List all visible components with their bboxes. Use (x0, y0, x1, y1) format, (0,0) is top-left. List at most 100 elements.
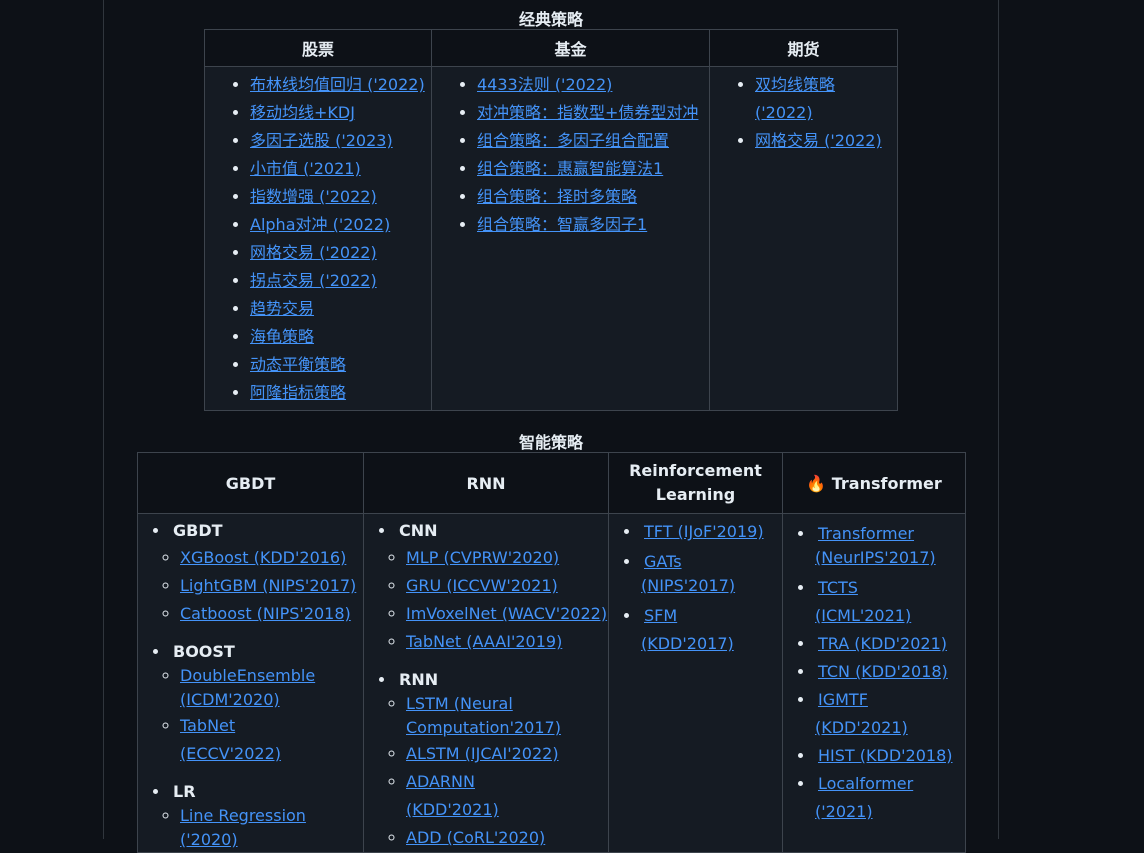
list-item: 小市值 ('2021) (250, 155, 431, 183)
strategy-link[interactable]: 双均线策略 ('2022) (755, 75, 835, 122)
fire-icon: 🔥 (806, 473, 827, 493)
model-link[interactable]: Transformer (NeurIPS'2017) (815, 524, 936, 567)
list-item: HIST (KDD'2018) (815, 742, 955, 770)
header-rnn: RNN (363, 452, 609, 514)
model-link[interactable]: Localformer ('2021) (815, 774, 913, 821)
classic-table: 股票 基金 期货 布林线均值回归 ('2022) 移动均线+KDJ 多因子选股 … (204, 29, 898, 411)
header-funds: 基金 (431, 29, 710, 67)
strategy-link[interactable]: 网格交易 ('2022) (755, 131, 882, 150)
list-item: 双均线策略 ('2022) (755, 71, 897, 127)
model-link[interactable]: DoubleEnsemble (ICDM'2020) (180, 666, 315, 709)
strategy-link[interactable]: 多因子选股 ('2023) (250, 131, 393, 150)
header-gbdt: GBDT (137, 452, 364, 514)
list-item: TFT (IJoF'2019) (641, 518, 772, 546)
model-link[interactable]: IGMTF (KDD'2021) (815, 690, 908, 737)
list-item: 布林线均值回归 ('2022) (250, 71, 431, 99)
list-item: Localformer ('2021) (815, 770, 955, 826)
model-link[interactable]: SFM (KDD'2017) (641, 606, 734, 653)
model-link[interactable]: TFT (IJoF'2019) (644, 522, 764, 541)
header-transformer: 🔥 Transformer (782, 452, 966, 514)
strategy-link[interactable]: 移动均线+KDJ (250, 103, 355, 122)
model-link[interactable]: TRA (KDD'2021) (818, 634, 947, 653)
model-link[interactable]: TCN (KDD'2018) (818, 662, 948, 681)
list-item: TabNet (ECCV'2022) (180, 712, 333, 768)
model-link[interactable]: TabNet (ECCV'2022) (180, 716, 281, 763)
strategy-link[interactable]: 组合策略：择时多策略 (477, 187, 637, 206)
funds-cell: 4433法则 ('2022) 对冲策略：指数型+债券型对冲 组合策略：多因子组合… (431, 66, 710, 411)
content-panel: 经典策略 股票 基金 期货 布林线均值回归 ('2022) 移动均线+KDJ 多… (103, 0, 999, 853)
model-link[interactable]: ADARNN (KDD'2021) (406, 772, 499, 819)
list-item: 趋势交易 (250, 295, 431, 323)
strategy-link[interactable]: 指数增强 ('2022) (250, 187, 377, 206)
model-link[interactable]: Line Regression ('2020) (180, 806, 306, 849)
list-item: TabNet (AAAI'2019) (406, 628, 608, 656)
list-item: 拐点交易 ('2022) (250, 267, 431, 295)
strategy-link[interactable]: 小市值 ('2021) (250, 159, 361, 178)
list-item: ADARNN (KDD'2021) (406, 768, 568, 824)
rnn-cell: CNN MLP (CVPRW'2020) GRU (ICCVW'2021) Im… (363, 513, 609, 853)
list-item: 网格交易 ('2022) (755, 127, 897, 155)
ai-caption: 智能策略 (518, 433, 583, 452)
group-label: LR (173, 782, 196, 801)
header-transformer-label: Transformer (831, 473, 942, 493)
ai-table: GBDT RNN Reinforcement Learning 🔥 Transf… (137, 452, 966, 853)
list-item: TCN (KDD'2018) (815, 658, 955, 686)
classic-caption: 经典策略 (518, 10, 583, 29)
strategy-link[interactable]: 布林线均值回归 ('2022) (250, 75, 425, 94)
model-link[interactable]: GATs (NIPS'2017) (641, 552, 735, 595)
group-label: CNN (399, 521, 438, 540)
model-link[interactable]: TCTS (ICML'2021) (815, 578, 911, 625)
list-item: TRA (KDD'2021) (815, 630, 955, 658)
list-item: Alpha对冲 ('2022) (250, 211, 431, 239)
list-item: SFM (KDD'2017) (641, 602, 772, 658)
strategy-link[interactable]: 组合策略：智赢多因子1 (477, 215, 647, 234)
list-item: 组合策略：惠赢智能算法1 (477, 155, 709, 183)
model-link[interactable]: LightGBM (NIPS'2017) (180, 576, 356, 595)
strategy-link[interactable]: 对冲策略：指数型+债券型对冲 (477, 103, 698, 122)
list-item: 多因子选股 ('2023) (250, 127, 431, 155)
model-link[interactable]: ImVoxelNet (WACV'2022) (406, 604, 607, 623)
list-item: GRU (ICCVW'2021) (406, 572, 608, 600)
strategy-link[interactable]: 4433法则 ('2022) (477, 75, 612, 94)
strategy-link[interactable]: 拐点交易 ('2022) (250, 271, 377, 290)
strategy-link[interactable]: 阿隆指标策略 (250, 383, 346, 402)
strategy-link[interactable]: Alpha对冲 ('2022) (250, 215, 390, 234)
list-item: 组合策略：多因子组合配置 (477, 127, 709, 155)
list-item: IGMTF (KDD'2021) (815, 686, 955, 742)
list-item: ALSTM (IJCAI'2022) (406, 740, 568, 768)
gbdt-cell: GBDT XGBoost (KDD'2016) LightGBM (NIPS'2… (137, 513, 364, 853)
model-link[interactable]: ADD (CoRL'2020) (406, 828, 545, 847)
list-item: 网格交易 ('2022) (250, 239, 431, 267)
strategy-link[interactable]: 趋势交易 (250, 299, 314, 318)
rl-cell: TFT (IJoF'2019) GATs (NIPS'2017) SFM (KD… (608, 513, 783, 853)
list-item: ImVoxelNet (WACV'2022) (406, 600, 608, 628)
list-item: LSTM (Neural Computation'2017) (406, 692, 568, 740)
group-label: BOOST (173, 642, 235, 661)
model-link[interactable]: MLP (CVPRW'2020) (406, 548, 559, 567)
strategy-link[interactable]: 网格交易 ('2022) (250, 243, 377, 262)
strategy-link[interactable]: 海龟策略 (250, 327, 314, 346)
header-futures: 期货 (709, 29, 898, 67)
list-item: Catboost (NIPS'2018) (180, 600, 363, 628)
list-item: 动态平衡策略 (250, 351, 431, 379)
futures-cell: 双均线策略 ('2022) 网格交易 ('2022) (709, 66, 898, 411)
header-stocks: 股票 (204, 29, 432, 67)
strategy-link[interactable]: 动态平衡策略 (250, 355, 346, 374)
model-link[interactable]: XGBoost (KDD'2016) (180, 548, 346, 567)
list-item: 指数增强 ('2022) (250, 183, 431, 211)
list-item: MLP (CVPRW'2020) (406, 544, 608, 572)
strategy-link[interactable]: 组合策略：多因子组合配置 (477, 131, 669, 150)
header-rl: Reinforcement Learning (608, 452, 783, 514)
model-link[interactable]: GRU (ICCVW'2021) (406, 576, 558, 595)
model-link[interactable]: ALSTM (IJCAI'2022) (406, 744, 559, 763)
list-item: 移动均线+KDJ (250, 99, 431, 127)
model-link[interactable]: TabNet (AAAI'2019) (406, 632, 562, 651)
model-link[interactable]: HIST (KDD'2018) (818, 746, 953, 765)
strategy-link[interactable]: 组合策略：惠赢智能算法1 (477, 159, 663, 178)
model-link[interactable]: Catboost (NIPS'2018) (180, 604, 351, 623)
list-item: 阿隆指标策略 (250, 379, 431, 407)
list-item: 组合策略：智赢多因子1 (477, 211, 709, 239)
list-item: ADD (CoRL'2020) (406, 824, 568, 852)
model-link[interactable]: LSTM (Neural Computation'2017) (406, 694, 561, 737)
group-item: BOOST DoubleEnsemble (ICDM'2020) TabNet … (170, 640, 363, 768)
